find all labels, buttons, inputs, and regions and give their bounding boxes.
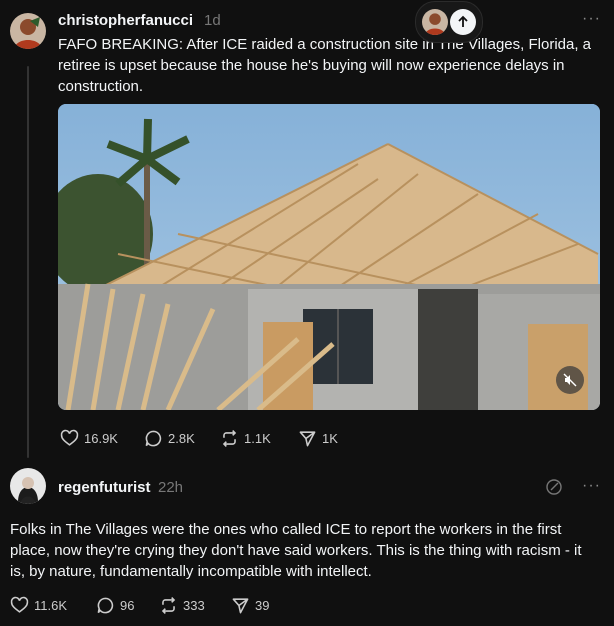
reply-button[interactable]: 2.8K — [144, 429, 220, 448]
more-horizontal-icon[interactable]: ··· — [582, 10, 601, 28]
scroll-to-top-pill[interactable] — [415, 1, 483, 43]
share-button[interactable]: 1K — [298, 429, 358, 448]
avatar[interactable] — [10, 13, 46, 49]
share-button[interactable]: 39 — [231, 596, 281, 615]
comment-icon — [97, 597, 114, 614]
like-button[interactable]: 11.6K — [10, 596, 96, 615]
reply-button[interactable]: 96 — [96, 596, 159, 615]
repost-icon — [161, 597, 176, 614]
reply-count: 2.8K — [168, 431, 195, 446]
reply-count: 96 — [120, 598, 135, 613]
post-text: FAFO BREAKING: After ICE raided a constr… — [58, 36, 592, 95]
post-actions: 11.6K 96 333 39 — [10, 596, 281, 615]
share-count: 1K — [322, 431, 338, 446]
share-count: 39 — [255, 598, 270, 613]
repost-button[interactable]: 1.1K — [220, 429, 298, 448]
post-video[interactable] — [58, 104, 600, 410]
comment-icon — [145, 430, 162, 447]
username[interactable]: christopherfanucci — [58, 12, 193, 29]
avatar — [422, 9, 448, 35]
like-count: 11.6K — [34, 598, 68, 613]
repost-button[interactable]: 333 — [159, 596, 231, 615]
post-time: 1d — [204, 12, 221, 29]
username[interactable]: regenfuturist — [58, 479, 151, 496]
repost-count: 333 — [183, 598, 205, 613]
send-icon — [232, 598, 249, 614]
reply-indicator-icon[interactable] — [545, 478, 563, 496]
repost-icon — [222, 430, 237, 447]
repost-count: 1.1K — [244, 431, 271, 446]
heart-icon — [60, 429, 79, 446]
post-regenfuturist: regenfuturist 22h ··· Folks in The Villa… — [0, 462, 614, 626]
arrow-up-icon[interactable] — [450, 9, 476, 35]
avatar[interactable] — [10, 468, 46, 504]
more-horizontal-icon[interactable]: ··· — [582, 477, 601, 495]
video-frame — [58, 104, 600, 410]
post-text: Folks in The Villages were the ones who … — [10, 521, 582, 580]
thread-line — [27, 66, 29, 458]
post-actions: 16.9K 2.8K 1.1K 1K — [60, 429, 358, 448]
volume-muted-icon[interactable] — [556, 366, 584, 394]
post-time: 22h — [158, 479, 184, 496]
heart-icon — [10, 596, 29, 613]
like-count: 16.9K — [84, 431, 118, 446]
like-button[interactable]: 16.9K — [60, 429, 144, 448]
send-icon — [299, 431, 316, 447]
post-christopherfanucci: christopherfanucci 1d ··· FAFO BREAKING:… — [0, 0, 614, 460]
